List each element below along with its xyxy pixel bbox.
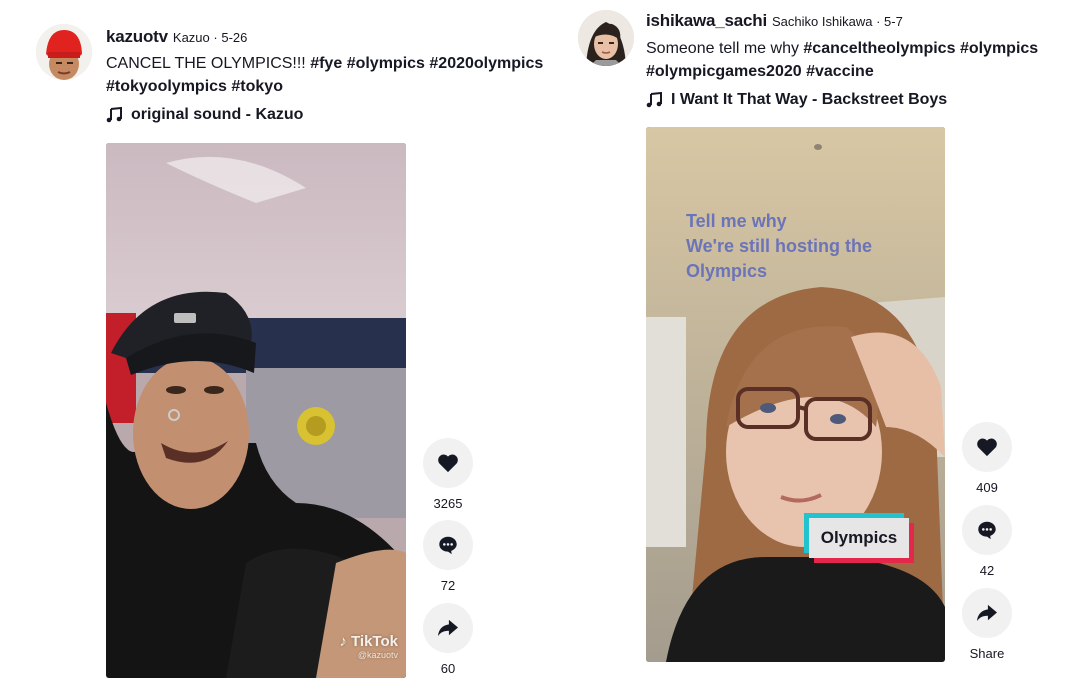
hashtag[interactable]: #olympics	[960, 40, 1038, 57]
share-count: 60	[440, 661, 456, 676]
like-count: 3265	[433, 496, 463, 511]
music-link[interactable]: original sound - Kazuo	[106, 106, 303, 124]
overlay-line: Tell me why	[686, 211, 787, 231]
share-icon	[977, 604, 997, 622]
comment-icon	[978, 521, 996, 540]
video-post-ishikawa-sachi: ishikawa_sachi Sachiko Ishikawa · 5-7 Som…	[560, 0, 1084, 692]
heart-icon	[438, 454, 458, 473]
post-date: 5-26	[221, 30, 248, 45]
like-action: 3265	[423, 438, 473, 511]
comment-button[interactable]	[423, 520, 473, 570]
caption-text: CANCEL THE OLYMPICS!!!	[106, 55, 311, 72]
hashtag[interactable]: #fye	[310, 55, 342, 72]
comment-action: 42	[962, 505, 1012, 578]
music-title: original sound - Kazuo	[131, 106, 304, 123]
username[interactable]: kazuotv	[106, 27, 168, 46]
separator: ·	[872, 14, 885, 29]
like-button[interactable]	[423, 438, 473, 488]
hashtag[interactable]: #canceltheolympics	[803, 40, 955, 57]
video-player[interactable]: Tell me why We're still hosting the Olym…	[646, 127, 945, 662]
watermark-handle: @kazuotv	[357, 650, 398, 660]
hashtag[interactable]: #2020olympics	[429, 55, 543, 72]
avatar[interactable]	[36, 24, 92, 80]
nickname: Sachiko Ishikawa	[772, 14, 873, 29]
caption: CANCEL THE OLYMPICS!!! #fye #olympics #2…	[106, 52, 551, 98]
caption: Someone tell me why #canceltheolympics #…	[646, 37, 1066, 83]
music-title: I Want It That Way - Backstreet Boys	[671, 91, 948, 108]
share-action: 60	[423, 603, 473, 676]
share-action: Share	[962, 588, 1012, 661]
tiktok-logo-icon: ♪	[339, 633, 347, 650]
separator: ·	[209, 30, 222, 45]
music-note-icon	[106, 106, 122, 123]
like-button[interactable]	[962, 422, 1012, 472]
nickname: Kazuo	[172, 30, 210, 45]
share-button[interactable]	[423, 603, 473, 653]
music-link[interactable]: I Want It That Way - Backstreet Boys	[646, 91, 947, 109]
author-info: ishikawa_sachi Sachiko Ishikawa · 5-7	[646, 11, 903, 31]
olympics-sticker: Olympics	[809, 518, 909, 558]
comment-button[interactable]	[962, 505, 1012, 555]
video-post-kazuotv: kazuotv Kazuo · 5-26 CANCEL THE OLYMPICS!…	[0, 0, 560, 692]
hashtag[interactable]: #olympics	[347, 55, 425, 72]
comment-icon	[439, 536, 457, 555]
hashtag[interactable]: #tokyo	[231, 78, 283, 95]
comment-action: 72	[423, 520, 473, 593]
hashtag[interactable]: #tokyoolympics	[106, 78, 227, 95]
video-overlay-text: Tell me why We're still hosting the Olym…	[686, 209, 872, 284]
watermark-text: TikTok	[351, 633, 398, 650]
tiktok-watermark: ♪ TikTok @kazuotv	[339, 633, 398, 660]
author-info: kazuotv Kazuo · 5-26	[106, 27, 247, 47]
share-button[interactable]	[962, 588, 1012, 638]
caption-text: Someone tell me why	[646, 40, 804, 57]
comment-count: 42	[979, 563, 995, 578]
share-icon	[438, 619, 458, 637]
overlay-line: We're still hosting the	[686, 236, 872, 256]
username[interactable]: ishikawa_sachi	[646, 11, 767, 30]
overlay-line: Olympics	[686, 261, 768, 281]
hashtag[interactable]: #olympicgames2020	[646, 63, 802, 80]
video-player[interactable]: ♪ TikTok @kazuotv	[106, 143, 406, 678]
music-note-icon	[646, 91, 662, 108]
post-date: 5-7	[884, 14, 903, 29]
share-label: Share	[969, 646, 1005, 661]
like-count: 409	[976, 480, 998, 495]
heart-icon	[977, 438, 997, 457]
comment-count: 72	[440, 578, 456, 593]
avatar[interactable]	[578, 10, 634, 66]
hashtag[interactable]: #vaccine	[806, 63, 874, 80]
like-action: 409	[962, 422, 1012, 495]
